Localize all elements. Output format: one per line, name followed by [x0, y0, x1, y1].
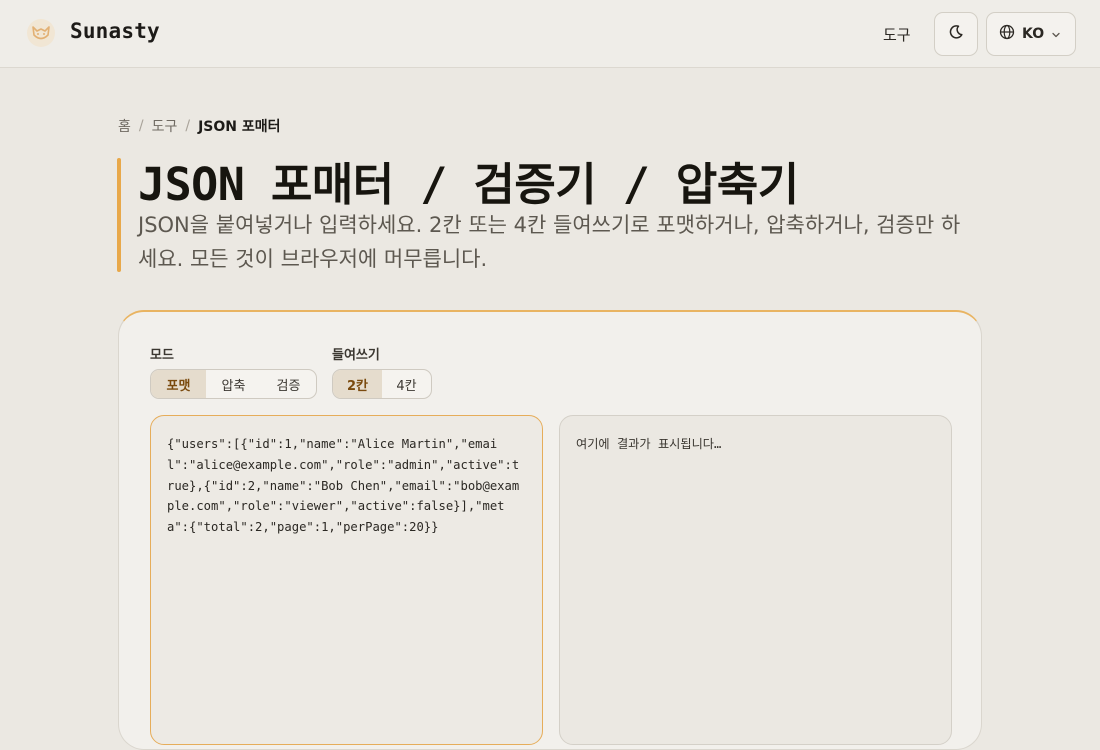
breadcrumb-home[interactable]: 홈: [118, 116, 131, 136]
chevron-down-icon: [1051, 25, 1061, 44]
breadcrumb-tools[interactable]: 도구: [152, 116, 178, 136]
brand-name[interactable]: Sunasty: [70, 19, 160, 43]
json-input-textarea[interactable]: {"users":[{"id":1,"name":"Alice Martin",…: [150, 415, 543, 745]
indent-option-2[interactable]: 2칸: [333, 370, 382, 398]
title-accent-bar: [117, 158, 121, 272]
mode-selector: 포맷 압축 검증: [150, 369, 317, 399]
language-selector[interactable]: KO: [986, 12, 1076, 56]
breadcrumb: 홈 / 도구 / JSON 포매터: [118, 116, 281, 136]
globe-icon: [999, 24, 1015, 44]
page-title: JSON 포매터 / 검증기 / 압축기: [138, 158, 799, 211]
top-navigation-bar: Sunasty 도구 KO: [0, 0, 1100, 68]
breadcrumb-current: JSON 포매터: [198, 119, 281, 135]
breadcrumb-separator: /: [185, 118, 191, 134]
mode-option-minify[interactable]: 압축: [206, 370, 261, 398]
theme-toggle-button[interactable]: [934, 12, 978, 56]
nav-link-tools[interactable]: 도구: [883, 24, 911, 45]
indent-selector: 2칸 4칸: [332, 369, 432, 399]
page-description: JSON을 붙여넣거나 입력하세요. 2칸 또는 4칸 들여쓰기로 포맷하거나,…: [138, 213, 961, 271]
json-tool-card: 모드 포맷 압축 검증 들여쓰기 2칸 4칸 {"users":[{"id":1…: [118, 310, 982, 750]
language-code: KO: [1022, 26, 1045, 42]
moon-icon: [948, 24, 964, 44]
indent-label: 들여쓰기: [332, 348, 380, 363]
mode-option-format[interactable]: 포맷: [151, 370, 206, 398]
fox-logo-icon[interactable]: [26, 18, 56, 48]
json-output-area[interactable]: 여기에 결과가 표시됩니다…: [559, 415, 952, 745]
mode-label: 모드: [150, 348, 174, 363]
breadcrumb-separator: /: [138, 118, 144, 134]
indent-option-4[interactable]: 4칸: [382, 370, 431, 398]
mode-option-validate[interactable]: 검증: [261, 370, 316, 398]
